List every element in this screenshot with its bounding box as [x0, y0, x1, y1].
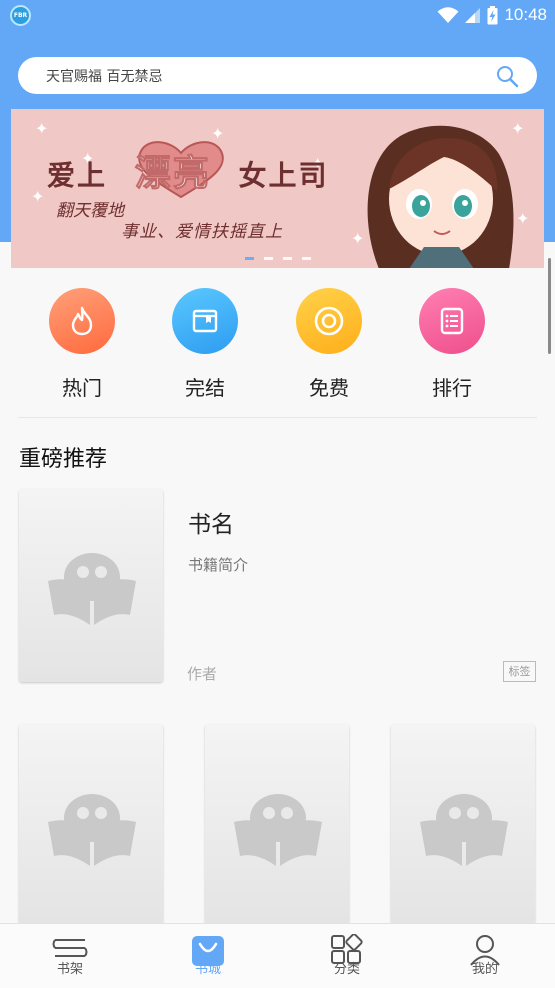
search-placeholder: 天官赐福 百无禁忌 — [46, 69, 163, 85]
book-cover[interactable] — [391, 724, 535, 924]
divider — [18, 417, 537, 418]
signal-icon — [465, 8, 481, 23]
featured-book-cover[interactable] — [19, 489, 163, 682]
clock: 10:48 — [504, 5, 547, 24]
book-placeholder-icon — [420, 794, 508, 866]
banner-page-dot[interactable] — [302, 257, 311, 260]
book-icon — [192, 309, 218, 333]
featured-book-tag: 标签 — [503, 661, 536, 682]
search-icon[interactable] — [495, 64, 519, 88]
book-placeholder-icon — [48, 794, 136, 866]
category-ranking[interactable]: 排行 — [407, 288, 497, 401]
promo-banner[interactable]: ✦ ✦ ✦ ✦ ✦ ✦ ✦ ✦ 爱上 漂亮 女上司 翻天覆地 事业、爱情扶摇直上 — [11, 109, 544, 268]
anime-girl-illustration — [367, 125, 514, 268]
category-ranking-label: 排行 — [432, 376, 472, 400]
tab-bookshelf[interactable]: 书架 — [30, 924, 110, 988]
tab-bookstore[interactable]: 书城 — [168, 924, 248, 988]
tab-profile-label: 我的 — [471, 962, 498, 977]
banner-subtitle-1: 翻天覆地 — [56, 201, 124, 221]
category-ranking-circle — [419, 288, 485, 354]
category-completed-label: 完结 — [185, 376, 225, 400]
tab-category-label: 分类 — [333, 962, 360, 977]
featured-book-intro: 书籍简介 — [188, 556, 249, 574]
banner-page-dot[interactable] — [245, 257, 254, 260]
featured-book-title[interactable]: 书名 — [188, 505, 234, 539]
tab-bookshelf-label: 书架 — [56, 962, 83, 977]
category-completed-circle — [172, 288, 238, 354]
book-cover[interactable] — [205, 724, 349, 924]
wifi-icon — [437, 7, 459, 23]
list-icon — [440, 307, 464, 335]
status-bar: FBR 10:48 — [0, 0, 555, 30]
category-completed[interactable]: 完结 — [160, 288, 250, 401]
battery-charging-icon — [487, 5, 498, 24]
category-hot-circle — [49, 288, 115, 354]
tab-profile[interactable]: 我的 — [445, 924, 525, 988]
category-hot[interactable]: 热门 — [37, 288, 127, 401]
tab-bookstore-label: 书城 — [194, 962, 221, 977]
section-title: 重磅推荐 — [19, 447, 108, 472]
search-bar[interactable]: 天官赐福 百无禁忌 — [18, 57, 537, 94]
category-shortcuts: 热门 完结 免费 排行 — [0, 288, 555, 401]
category-hot-label: 热门 — [62, 376, 102, 400]
category-free-label: 免费 — [309, 376, 349, 400]
bottom-tab-bar: 书架 书城 分类 我的 — [0, 923, 555, 988]
banner-title: 爱上 漂亮 女上司 — [47, 152, 329, 195]
banner-page-dot[interactable] — [264, 257, 273, 260]
banner-page-indicator — [245, 257, 311, 260]
tab-category[interactable]: 分类 — [307, 924, 387, 988]
category-free[interactable]: 免费 — [284, 288, 374, 401]
book-cover[interactable] — [19, 724, 163, 924]
book-placeholder-icon — [234, 794, 322, 866]
banner-page-dot[interactable] — [283, 257, 292, 260]
coin-icon — [314, 306, 344, 336]
banner-subtitle-2: 事业、爱情扶摇直上 — [121, 222, 283, 242]
book-placeholder-icon — [48, 553, 136, 625]
flame-icon — [71, 306, 93, 336]
featured-book-author: 作者 — [187, 665, 218, 683]
category-free-circle — [296, 288, 362, 354]
app-notification-icon: FBR — [10, 5, 31, 26]
